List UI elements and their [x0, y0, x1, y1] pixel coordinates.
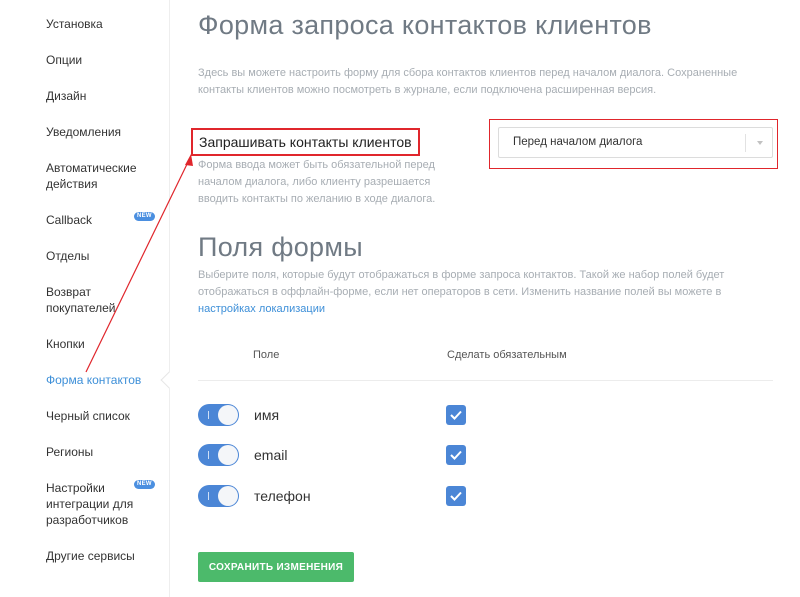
- required-checkbox[interactable]: [446, 405, 466, 425]
- column-header-field: Поле: [253, 349, 280, 361]
- field-row-email: email: [198, 444, 498, 468]
- field-toggle[interactable]: [198, 485, 239, 507]
- select-separator: [745, 134, 746, 152]
- fields-description-text: Выберите поля, которые будут отображатьс…: [198, 269, 725, 298]
- field-toggle[interactable]: [198, 444, 239, 466]
- sidebar-item-developer-integration[interactable]: Настройки интеграции для разработчиков N…: [46, 480, 156, 528]
- check-icon: [450, 491, 462, 501]
- sidebar-item-label: Установка: [46, 17, 103, 31]
- sidebar-item-label: Возврат покупателей: [46, 285, 116, 315]
- sidebar-item-label: Форма контактов: [46, 373, 142, 387]
- new-badge: NEW: [134, 212, 155, 221]
- required-checkbox[interactable]: [446, 445, 466, 465]
- field-toggle[interactable]: [198, 404, 239, 426]
- sidebar-item-label: Черный список: [46, 409, 130, 423]
- save-button[interactable]: СОХРАНИТЬ ИЗМЕНЕНИЯ: [198, 552, 354, 582]
- field-name: телефон: [254, 488, 311, 504]
- sidebar-item-contact-form[interactable]: Форма контактов: [46, 372, 156, 388]
- column-header-required: Сделать обязательным: [447, 349, 567, 361]
- page-title: Форма запроса контактов клиентов: [198, 10, 652, 40]
- sidebar-item-label: Опции: [46, 53, 83, 67]
- sidebar-item-label: Дизайн: [46, 89, 87, 103]
- required-checkbox[interactable]: [446, 486, 466, 506]
- toggle-on-mark: [208, 492, 209, 500]
- sidebar-item-label: Регионы: [46, 445, 94, 459]
- sidebar-item-callback[interactable]: Callback NEW: [46, 212, 156, 228]
- field-name: имя: [254, 407, 280, 423]
- ask-contacts-label: Запрашивать контакты клиентов: [191, 128, 420, 156]
- sidebar-item-label: Автоматические действия: [46, 161, 137, 191]
- check-icon: [450, 450, 462, 460]
- toggle-on-mark: [208, 451, 209, 459]
- new-badge: NEW: [134, 480, 155, 489]
- toggle-knob: [218, 445, 238, 465]
- ask-contacts-description: Форма ввода может быть обязательной пере…: [198, 159, 436, 205]
- toggle-on-mark: [208, 411, 209, 419]
- toggle-knob: [218, 405, 238, 425]
- sidebar-item-design[interactable]: Дизайн: [46, 88, 156, 104]
- header-divider: [198, 380, 773, 381]
- sidebar-item-label: Настройки интеграции для разработчиков: [46, 481, 134, 527]
- toggle-knob: [218, 486, 238, 506]
- sidebar-item-automatic-actions[interactable]: Автоматические действия: [46, 160, 146, 192]
- sidebar-item-blacklist[interactable]: Черный список: [46, 408, 156, 424]
- select-value: Перед началом диалога: [513, 136, 643, 148]
- fields-section-title: Поля формы: [198, 232, 363, 262]
- field-row-name: имя: [198, 404, 498, 428]
- sidebar-item-label: Другие сервисы: [46, 549, 135, 563]
- sidebar-item-install[interactable]: Установка: [46, 16, 156, 32]
- sidebar-item-label: Кнопки: [46, 337, 85, 351]
- sidebar-item-other-services[interactable]: Другие сервисы: [46, 548, 156, 564]
- sidebar-item-options[interactable]: Опции: [46, 52, 156, 68]
- sidebar-item-label: Callback: [46, 213, 93, 227]
- sidebar-item-buttons[interactable]: Кнопки: [46, 336, 156, 352]
- check-icon: [450, 410, 462, 420]
- chevron-down-icon: [757, 141, 763, 145]
- sidebar-item-label: Уведомления: [46, 125, 122, 139]
- sidebar: Установка Опции Дизайн Уведомления Автом…: [0, 0, 170, 597]
- localization-settings-link[interactable]: настройках локализации: [198, 303, 325, 315]
- sidebar-item-regions[interactable]: Регионы: [46, 444, 156, 460]
- sidebar-item-customer-return[interactable]: Возврат покупателей: [46, 284, 136, 316]
- fields-section-description: Выберите поля, которые будут отображатьс…: [198, 267, 768, 318]
- sidebar-item-label: Отделы: [46, 249, 90, 263]
- field-name: email: [254, 447, 288, 463]
- sidebar-item-departments[interactable]: Отделы: [46, 248, 156, 264]
- sidebar-item-notifications[interactable]: Уведомления: [46, 124, 156, 140]
- main-content: Форма запроса контактов клиентов Здесь в…: [191, 0, 788, 597]
- field-row-phone: телефон: [198, 485, 498, 509]
- ask-contacts-select[interactable]: Перед началом диалога: [498, 127, 773, 158]
- page-description: Здесь вы можете настроить форму для сбор…: [198, 67, 738, 96]
